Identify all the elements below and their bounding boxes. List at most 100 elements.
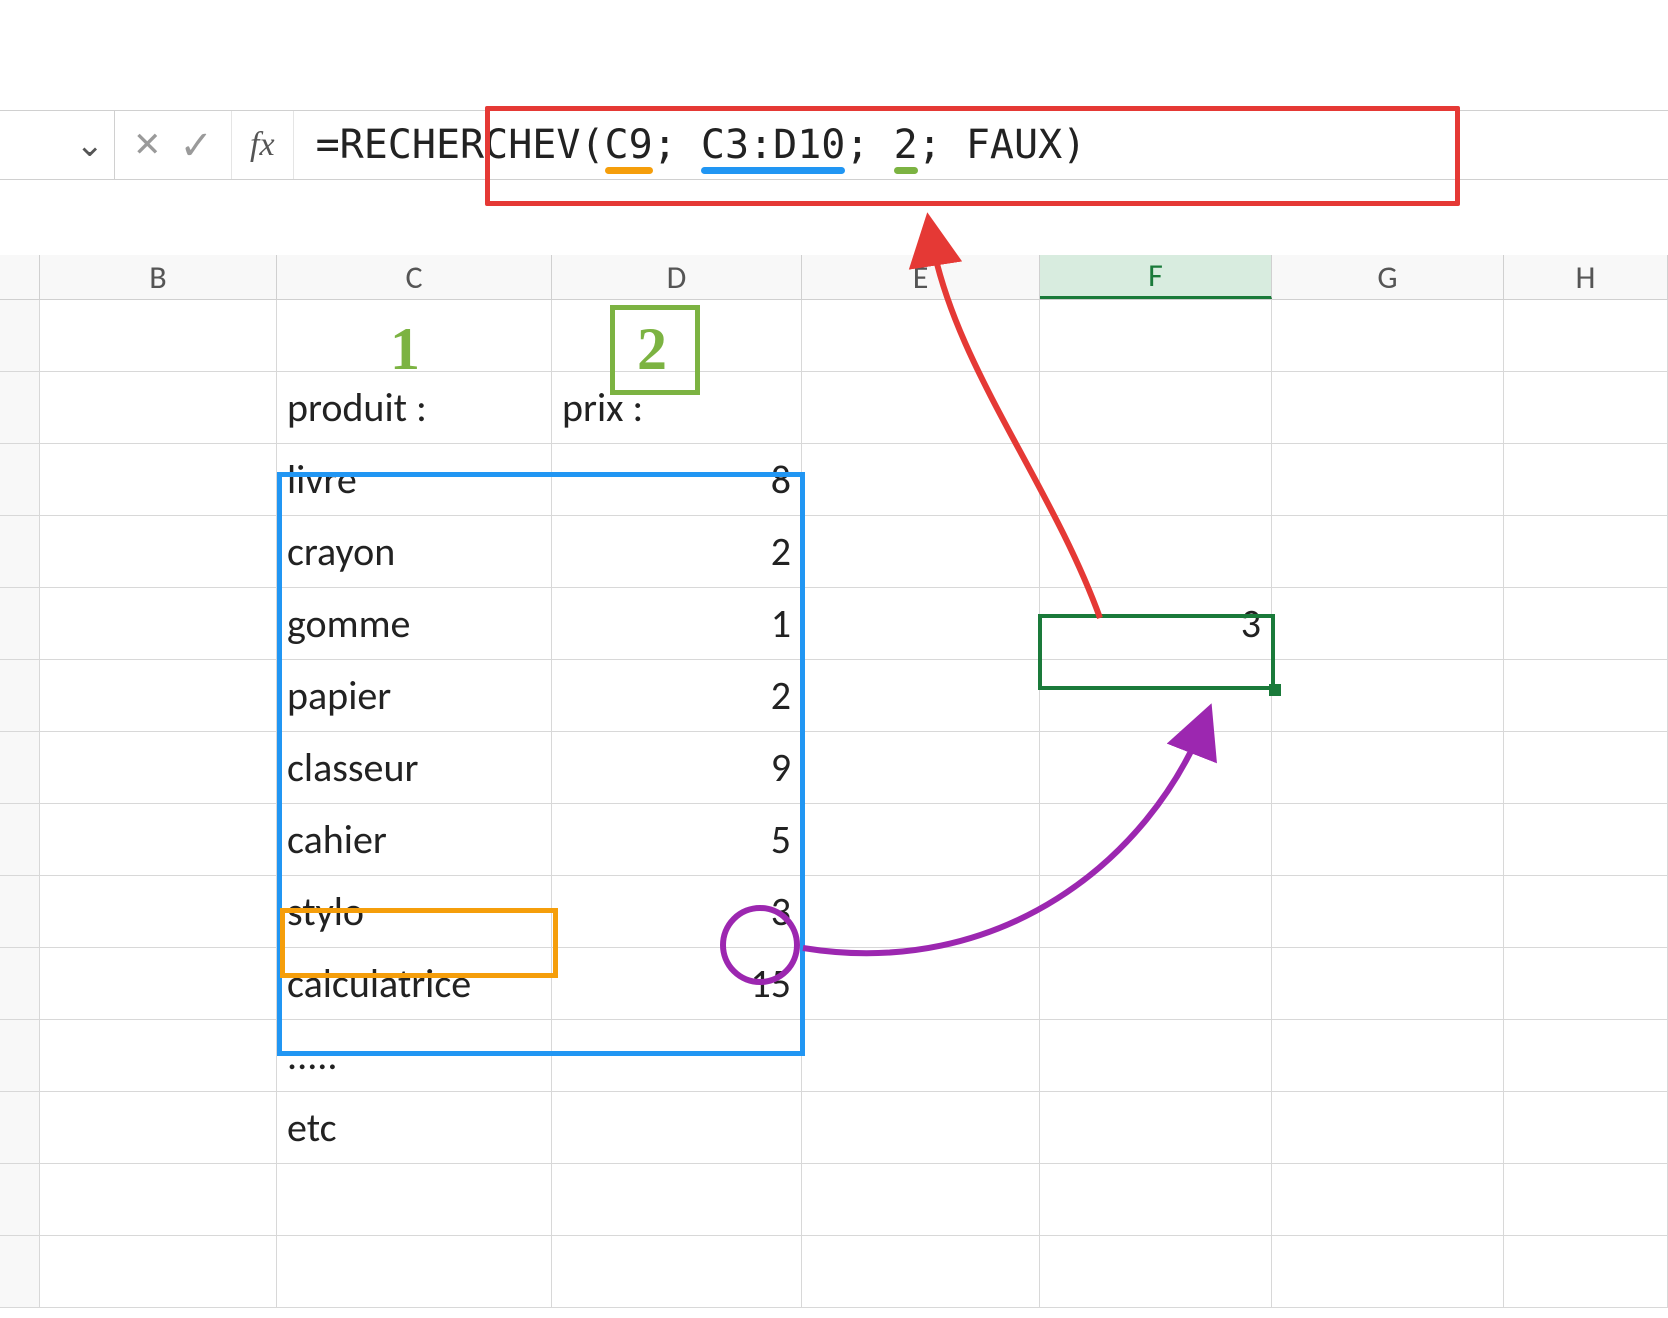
column-header-C[interactable]: C bbox=[277, 255, 552, 299]
cell[interactable] bbox=[1272, 516, 1504, 588]
column-header-H[interactable]: H bbox=[1504, 255, 1668, 299]
cell[interactable] bbox=[1504, 1236, 1668, 1308]
select-all-corner[interactable] bbox=[0, 255, 40, 299]
cell-produit[interactable]: stylo bbox=[277, 876, 552, 948]
cell[interactable] bbox=[802, 1236, 1040, 1308]
column-header-G[interactable]: G bbox=[1272, 255, 1504, 299]
cell[interactable] bbox=[1272, 588, 1504, 660]
cell[interactable] bbox=[552, 1236, 802, 1308]
cell[interactable] bbox=[277, 1236, 552, 1308]
column-header-F[interactable]: F bbox=[1040, 255, 1272, 299]
cell[interactable] bbox=[1272, 1020, 1504, 1092]
cell[interactable] bbox=[802, 804, 1040, 876]
cell[interactable] bbox=[1040, 876, 1272, 948]
cell[interactable] bbox=[1504, 1164, 1668, 1236]
cell[interactable] bbox=[1272, 1092, 1504, 1164]
cell[interactable] bbox=[40, 732, 277, 804]
cell[interactable] bbox=[1040, 660, 1272, 732]
cell[interactable] bbox=[802, 300, 1040, 372]
cell[interactable] bbox=[40, 1236, 277, 1308]
cell[interactable] bbox=[1040, 300, 1272, 372]
cell[interactable] bbox=[1272, 1236, 1504, 1308]
cell[interactable] bbox=[40, 516, 277, 588]
cell[interactable] bbox=[1504, 948, 1668, 1020]
cell[interactable] bbox=[1040, 1236, 1272, 1308]
cell-prix[interactable]: 1 bbox=[552, 588, 802, 660]
cell[interactable] bbox=[802, 588, 1040, 660]
formula-input[interactable]: =RECHERCHEV(C9; C3:D10; 2; FAUX) bbox=[294, 122, 1668, 168]
row-header[interactable] bbox=[0, 372, 40, 444]
cell[interactable] bbox=[802, 372, 1040, 444]
cell[interactable] bbox=[1040, 1020, 1272, 1092]
cell-etc[interactable]: etc bbox=[277, 1092, 552, 1164]
cell[interactable] bbox=[40, 300, 277, 372]
row-header[interactable] bbox=[0, 948, 40, 1020]
cell[interactable] bbox=[552, 300, 802, 372]
cell[interactable] bbox=[1504, 660, 1668, 732]
cell[interactable] bbox=[40, 1020, 277, 1092]
cell-produit[interactable]: crayon bbox=[277, 516, 552, 588]
cell[interactable] bbox=[802, 660, 1040, 732]
cell[interactable] bbox=[277, 1164, 552, 1236]
column-header-B[interactable]: B bbox=[40, 255, 277, 299]
cell[interactable] bbox=[1272, 732, 1504, 804]
row-header[interactable] bbox=[0, 660, 40, 732]
cell[interactable] bbox=[1272, 876, 1504, 948]
column-header-D[interactable]: D bbox=[552, 255, 802, 299]
cell[interactable] bbox=[40, 1164, 277, 1236]
cancel-icon[interactable]: ✕ bbox=[133, 125, 162, 166]
cell[interactable] bbox=[802, 876, 1040, 948]
cell-produit[interactable]: calculatrice bbox=[277, 948, 552, 1020]
cell[interactable] bbox=[1504, 732, 1668, 804]
cell[interactable] bbox=[1272, 804, 1504, 876]
cell[interactable] bbox=[1504, 804, 1668, 876]
cell[interactable] bbox=[40, 660, 277, 732]
cell[interactable] bbox=[802, 1164, 1040, 1236]
cell[interactable] bbox=[1040, 948, 1272, 1020]
cell[interactable] bbox=[1272, 1164, 1504, 1236]
row-header[interactable] bbox=[0, 1020, 40, 1092]
cell[interactable] bbox=[802, 1020, 1040, 1092]
cell[interactable] bbox=[40, 804, 277, 876]
cell[interactable] bbox=[1504, 300, 1668, 372]
row-header[interactable] bbox=[0, 300, 40, 372]
cell-prix[interactable]: 3 bbox=[552, 876, 802, 948]
cell[interactable] bbox=[40, 1092, 277, 1164]
cell[interactable] bbox=[1040, 732, 1272, 804]
active-cell-fill-handle[interactable] bbox=[1269, 684, 1281, 696]
cell[interactable] bbox=[802, 948, 1040, 1020]
cell[interactable] bbox=[1040, 804, 1272, 876]
cell[interactable] bbox=[802, 444, 1040, 516]
cell[interactable] bbox=[1040, 444, 1272, 516]
cell[interactable] bbox=[1272, 660, 1504, 732]
column-header-E[interactable]: E bbox=[802, 255, 1040, 299]
name-box[interactable]: ⌄ bbox=[0, 111, 115, 179]
cell-produit[interactable]: classeur bbox=[277, 732, 552, 804]
spreadsheet-grid[interactable]: produit : prix : livre 8 crayon 2 gomme … bbox=[0, 300, 1668, 1318]
chevron-down-icon[interactable]: ⌄ bbox=[76, 125, 105, 166]
cell-produit[interactable]: papier bbox=[277, 660, 552, 732]
cell[interactable] bbox=[40, 372, 277, 444]
cell[interactable] bbox=[1504, 588, 1668, 660]
row-header[interactable] bbox=[0, 588, 40, 660]
cell[interactable] bbox=[40, 876, 277, 948]
confirm-icon[interactable]: ✓ bbox=[180, 121, 214, 170]
row-header[interactable] bbox=[0, 804, 40, 876]
cell[interactable] bbox=[1040, 1092, 1272, 1164]
cell[interactable] bbox=[1040, 372, 1272, 444]
cell[interactable] bbox=[1040, 516, 1272, 588]
cell[interactable] bbox=[1272, 948, 1504, 1020]
cell-prix[interactable]: 9 bbox=[552, 732, 802, 804]
cell[interactable] bbox=[1272, 300, 1504, 372]
row-header[interactable] bbox=[0, 1236, 40, 1308]
row-header[interactable] bbox=[0, 516, 40, 588]
cell-prix[interactable]: 8 bbox=[552, 444, 802, 516]
cell-prix[interactable]: 5 bbox=[552, 804, 802, 876]
cell[interactable] bbox=[1504, 516, 1668, 588]
cell-header-produit[interactable]: produit : bbox=[277, 372, 552, 444]
cell[interactable] bbox=[1272, 444, 1504, 516]
cell-produit[interactable]: cahier bbox=[277, 804, 552, 876]
row-header[interactable] bbox=[0, 876, 40, 948]
cell-result[interactable]: 3 bbox=[1040, 588, 1272, 660]
cell[interactable] bbox=[1504, 1020, 1668, 1092]
